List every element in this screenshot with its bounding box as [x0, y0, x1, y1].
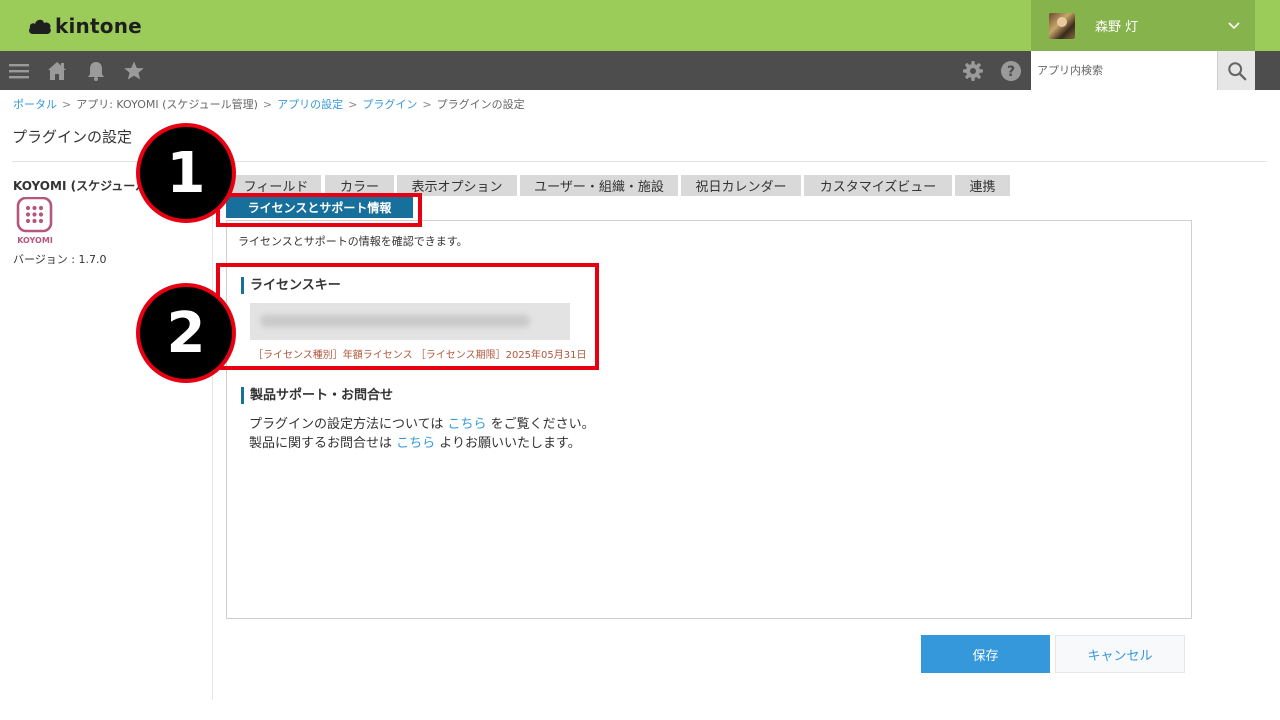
- help-icon[interactable]: ?: [1000, 60, 1022, 82]
- top-header: kintone 森野 灯: [0, 0, 1280, 51]
- page-title: プラグインの設定: [12, 128, 133, 146]
- save-button[interactable]: 保存: [921, 635, 1050, 673]
- tab-users-orgs-facilities[interactable]: ユーザー・組織・施設: [520, 175, 678, 196]
- logo-text: kintone: [55, 14, 142, 38]
- support-heading: 製品サポート・お問合せ: [241, 387, 393, 404]
- cloud-logo-icon: [29, 19, 51, 34]
- sidebar-divider: [212, 172, 213, 700]
- search-button[interactable]: [1217, 51, 1255, 90]
- support-line-1-pre: プラグインの設定方法については: [249, 417, 448, 432]
- panel-description: ライセンスとサポートの情報を確認できます。: [238, 235, 468, 248]
- highlight-box-tab: [216, 193, 422, 227]
- star-icon[interactable]: [123, 60, 145, 82]
- breadcrumb-separator: >: [62, 98, 72, 111]
- breadcrumb-app: アプリ: KOYOMI (スケジュール管理): [76, 98, 258, 111]
- cancel-button[interactable]: キャンセル: [1055, 635, 1185, 673]
- breadcrumb: ポータル > アプリ: KOYOMI (スケジュール管理) > アプリの設定 > プラグイン…: [13, 96, 525, 112]
- svg-text:?: ?: [1007, 64, 1015, 80]
- annotation-badge-1: 1: [136, 123, 236, 223]
- breadcrumb-current: プラグインの設定: [436, 98, 525, 111]
- support-line-1-post: をご覧ください。: [486, 417, 595, 432]
- breadcrumb-portal[interactable]: ポータル: [13, 98, 57, 111]
- kintone-logo[interactable]: kintone: [28, 13, 142, 39]
- menu-icon[interactable]: [8, 60, 30, 82]
- support-line-2: 製品に関するお問合せは こちら よりお願いいたします。: [249, 432, 581, 451]
- avatar: [1049, 12, 1075, 39]
- support-line-2-pre: 製品に関するお問合せは: [249, 436, 397, 451]
- gear-icon[interactable]: [962, 60, 984, 82]
- koyomi-plugin-icon: KOYOMI: [16, 196, 54, 245]
- user-name: 森野 灯: [1095, 20, 1139, 35]
- support-line-1: プラグインの設定方法については こちら をご覧ください。: [249, 413, 595, 432]
- support-settings-link[interactable]: こちら: [447, 417, 486, 432]
- tab-holiday-calendar[interactable]: 祝日カレンダー: [681, 175, 801, 196]
- highlight-box-license: [216, 263, 599, 370]
- tab-customize-view[interactable]: カスタマイズビュー: [804, 175, 952, 196]
- plugin-icon-label: KOYOMI: [17, 236, 53, 245]
- user-menu[interactable]: 森野 灯: [1031, 0, 1255, 51]
- search-box: [1031, 51, 1217, 90]
- support-contact-link[interactable]: こちら: [396, 436, 435, 451]
- chevron-down-icon[interactable]: [1227, 18, 1241, 32]
- search-input[interactable]: [1031, 51, 1217, 90]
- search-icon: [1227, 61, 1246, 80]
- tab-integration[interactable]: 連携: [955, 175, 1010, 196]
- breadcrumb-separator: >: [422, 98, 432, 111]
- breadcrumb-app-settings[interactable]: アプリの設定: [277, 98, 343, 111]
- home-icon[interactable]: [46, 60, 68, 82]
- plugin-name: KOYOMI (スケジュール管理): [13, 179, 143, 193]
- annotation-badge-2: 2: [136, 283, 236, 383]
- support-line-2-post: よりお願いいたします。: [435, 436, 581, 451]
- breadcrumb-separator: >: [348, 98, 358, 111]
- plugin-version: バージョン : 1.7.0: [13, 253, 107, 266]
- bell-icon[interactable]: [85, 60, 107, 82]
- breadcrumb-plugins[interactable]: プラグイン: [362, 98, 417, 111]
- breadcrumb-separator: >: [262, 98, 273, 111]
